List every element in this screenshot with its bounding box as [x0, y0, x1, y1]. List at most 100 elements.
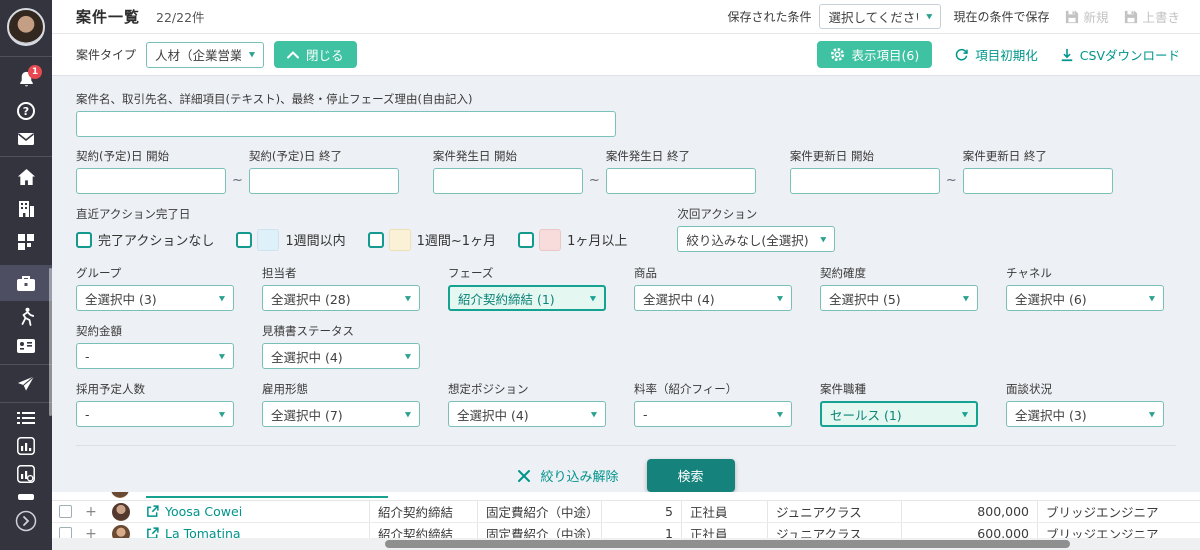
keyword-input[interactable]: [76, 111, 616, 137]
gear-icon: [830, 47, 845, 62]
quote-status-select[interactable]: 全選択中 (4)▼: [262, 343, 420, 369]
sidebar-item-send[interactable]: [0, 374, 52, 393]
case-type-select[interactable]: 人材（企業営業） ▼: [146, 42, 264, 68]
expand-row-button[interactable]: +: [78, 501, 104, 522]
reset-items-button[interactable]: 項目初期化: [954, 45, 1038, 64]
avatar: [112, 503, 130, 521]
job-category-select[interactable]: セールス (1)▼: [820, 401, 978, 427]
sidebar-item-report-settings[interactable]: [0, 465, 52, 483]
contract-date-start-input[interactable]: [76, 168, 226, 194]
horizontal-scrollbar-thumb[interactable]: [385, 540, 1070, 548]
sidebar-item-minimized[interactable]: [0, 494, 52, 500]
select-value: 全選択中 (3): [1015, 405, 1087, 424]
over-month-checkbox[interactable]: [518, 232, 534, 248]
saved-conditions-select[interactable]: 選択してください ▼: [819, 4, 941, 29]
date-label: 案件発生日 開始: [433, 148, 583, 164]
filter-label: フェーズ: [448, 265, 606, 281]
select-value: -: [643, 407, 648, 422]
planned-hires-select[interactable]: -▼: [76, 401, 234, 427]
horizontal-scrollbar-track[interactable]: [52, 538, 1200, 550]
employment-type-select[interactable]: 全選択中 (7)▼: [262, 401, 420, 427]
sidebar-item-modules[interactable]: [0, 233, 52, 251]
contract-date-end-input[interactable]: [249, 168, 399, 194]
clear-filters-button[interactable]: 絞り込み解除: [517, 466, 618, 485]
fee-rate-select[interactable]: -▼: [634, 401, 792, 427]
phase-select[interactable]: 紹介契約締結 (1)▼: [448, 285, 606, 311]
save-overwrite-label: 上書き: [1142, 7, 1180, 26]
sidebar-item-lists[interactable]: [0, 411, 52, 425]
chevron-down-icon: ▼: [777, 294, 783, 302]
sidebar-item-cases[interactable]: [0, 265, 52, 301]
table-row: + Yoosa Cowei 紹介契約締結 固定費紹介（中途） 5 正社員 ジュニ…: [52, 501, 1200, 523]
search-button[interactable]: 検索: [647, 459, 735, 492]
saved-conditions-label: 保存された条件: [727, 8, 811, 25]
no-completed-action-checkbox[interactable]: [76, 232, 92, 248]
updated-date-end-input[interactable]: [963, 168, 1113, 194]
within-week-checkbox[interactable]: [236, 232, 252, 248]
filter-label: チャネル: [1006, 265, 1164, 281]
week-to-month-color-swatch: [389, 229, 411, 251]
sidebar-item-company[interactable]: [0, 200, 52, 218]
save-new-button[interactable]: 新規: [1065, 7, 1108, 26]
toolbar: 案件タイプ 人材（企業営業） ▼ 閉じる 表示項目(6) 項目初期化 CSVダウ…: [52, 34, 1200, 75]
interview-status-select[interactable]: 全選択中 (3)▼: [1006, 401, 1164, 427]
chevron-down-icon: ▼: [962, 410, 968, 418]
table-row-partial: [52, 492, 1200, 501]
sidebar-item-reports[interactable]: [0, 437, 52, 455]
case-name-cell: Yoosa Cowei: [138, 501, 370, 522]
chevron-up-icon: [287, 51, 299, 59]
headcount-cell: 5: [602, 501, 682, 522]
briefcase-icon: [16, 274, 36, 292]
chevron-down-icon: ▼: [219, 352, 225, 360]
id-card-icon: [16, 338, 36, 354]
page-header: 案件一覧 22/22件 保存された条件 選択してください ▼ 現在の条件で保存 …: [52, 0, 1200, 34]
sidebar-item-home[interactable]: [0, 168, 52, 186]
position-select[interactable]: 全選択中 (4)▼: [448, 401, 606, 427]
within-week-option[interactable]: 1週間以内: [236, 229, 345, 251]
saved-conditions-value: 選択してください: [828, 7, 918, 26]
group-select[interactable]: 全選択中 (3)▼: [76, 285, 234, 311]
chevron-down-icon: ▼: [926, 13, 932, 21]
over-month-option[interactable]: 1ヶ月以上: [518, 229, 627, 251]
over-month-color-swatch: [539, 229, 561, 251]
sidebar-item-contacts[interactable]: [0, 338, 52, 354]
save-overwrite-button[interactable]: 上書き: [1124, 7, 1180, 26]
channel-select[interactable]: 全選択中 (6)▼: [1006, 285, 1164, 311]
close-filters-button[interactable]: 閉じる: [274, 41, 357, 68]
product-select[interactable]: 全選択中 (4)▼: [634, 285, 792, 311]
chevron-down-icon: ▼: [405, 352, 411, 360]
owner-select[interactable]: 全選択中 (28)▼: [262, 285, 420, 311]
save-current-label: 現在の条件で保存: [953, 8, 1049, 25]
csv-download-button[interactable]: CSVダウンロード: [1060, 45, 1180, 64]
next-action-select[interactable]: 絞り込みなし(全選択) ▼: [677, 226, 835, 252]
sidebar-expand-button[interactable]: [0, 510, 52, 532]
divider: [0, 364, 52, 365]
no-completed-action-option[interactable]: 完了アクションなし: [76, 230, 214, 249]
case-link[interactable]: Yoosa Cowei: [165, 504, 242, 519]
sidebar-scrollbar[interactable]: [49, 268, 52, 416]
help-icon: ?: [17, 102, 35, 120]
display-items-button[interactable]: 表示項目(6): [817, 41, 933, 68]
updated-date-start-input[interactable]: [790, 168, 940, 194]
sidebar-item-candidates[interactable]: [0, 307, 52, 327]
range-separator: ~: [232, 173, 243, 188]
blocks-icon: [17, 233, 35, 251]
paper-plane-icon: [16, 374, 36, 393]
week-to-month-checkbox[interactable]: [368, 232, 384, 248]
refresh-icon: [954, 47, 969, 62]
phase-cell: 紹介契約締結: [370, 501, 478, 522]
created-date-end-input[interactable]: [606, 168, 756, 194]
user-avatar-button[interactable]: [0, 8, 52, 46]
sidebar-item-help[interactable]: ?: [0, 102, 52, 120]
filter-label: 契約確度: [820, 265, 978, 281]
sidebar-item-notifications[interactable]: 1: [0, 70, 52, 89]
save-new-label: 新規: [1083, 7, 1108, 26]
probability-select[interactable]: 全選択中 (5)▼: [820, 285, 978, 311]
chevron-down-icon: ▼: [405, 294, 411, 302]
sidebar-item-mail[interactable]: [0, 132, 52, 146]
contract-amount-select[interactable]: -▼: [76, 343, 234, 369]
select-value: 全選択中 (3): [85, 289, 157, 308]
created-date-start-input[interactable]: [433, 168, 583, 194]
row-checkbox[interactable]: [59, 505, 72, 518]
week-to-month-option[interactable]: 1週間~1ヶ月: [368, 229, 496, 251]
